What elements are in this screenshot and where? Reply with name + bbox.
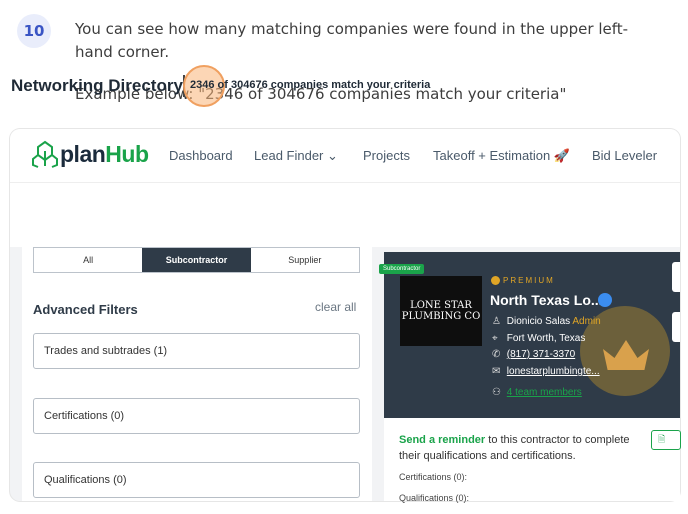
segment-all[interactable]: All [34, 248, 142, 272]
qualifications-filter[interactable]: Qualifications (0) [33, 462, 360, 498]
nav-lead-finder[interactable]: Lead Finder ⌄ [254, 148, 338, 164]
phone-link[interactable]: (817) 371-3370 [507, 349, 575, 360]
contact-role: Admin [572, 316, 601, 327]
team-link[interactable]: 4 team members [507, 387, 582, 398]
company-logo: LONE STAR PLUMBING CO [400, 276, 482, 346]
location-pin-icon: ⌖ [492, 333, 498, 344]
certifications-filter[interactable]: Certifications (0) [33, 398, 360, 434]
person-icon: ♙ [492, 316, 501, 327]
logo-hub-text: Hub [105, 140, 149, 167]
directory-header [10, 183, 680, 247]
top-nav: planHub Dashboard Lead Finder ⌄ Projects… [10, 129, 680, 183]
subcontractor-badge: Subcontractor [379, 264, 425, 274]
rocket-icon: 🚀 [553, 148, 570, 163]
match-count-text: 2346 of 304676 companies match your crit… [190, 79, 430, 91]
nav-takeoff-label: Takeoff + Estimation [433, 148, 551, 163]
nav-projects[interactable]: Projects [363, 148, 410, 163]
planhub-logo-icon [32, 140, 58, 168]
match-rest: of 304676 companies match your criteria [217, 79, 431, 91]
premium-label: PREMIUM [491, 276, 555, 286]
website-row: ✉ lonestarplumbingte... [492, 366, 600, 377]
certifications-line: Certifications (0): [399, 472, 468, 482]
page-title: Networking Directory [11, 76, 183, 95]
document-icon: 🗎 [658, 434, 666, 444]
trades-filter[interactable]: Trades and subtrades (1) [33, 333, 360, 369]
company-type-segmented-control: All Subcontractor Supplier [33, 247, 360, 273]
location-row: ⌖ Fort Worth, Texas [492, 333, 585, 344]
step-number-badge: 10 [17, 14, 51, 48]
company-logo-text: LONE STAR PLUMBING CO [401, 300, 481, 322]
chevron-down-icon: ⌄ [327, 148, 338, 163]
card-action-button[interactable] [672, 262, 680, 292]
nav-dashboard[interactable]: Dashboard [169, 148, 233, 163]
clear-all-link[interactable]: clear all [315, 300, 356, 314]
verified-icon [598, 293, 612, 307]
team-icon: ⚇ [492, 387, 501, 398]
team-row: ⚇ 4 team members [492, 387, 582, 398]
location-text: Fort Worth, Texas [506, 333, 586, 344]
website-link[interactable]: lonestarplumbingte... [507, 366, 600, 377]
mail-icon: ✉ [492, 366, 501, 377]
nav-lead-finder-label: Lead Finder [254, 148, 324, 163]
premium-icon [491, 276, 500, 286]
step-instruction: You can see how many matching companies … [75, 20, 629, 61]
match-count: 2346 [190, 79, 215, 91]
phone-row: ✆ (817) 371-3370 [492, 349, 575, 360]
segment-subcontractor[interactable]: Subcontractor [142, 248, 251, 272]
send-reminder-link[interactable]: Send a reminder [399, 434, 485, 446]
contact-row: ♙ Dionicio Salas Admin [492, 316, 601, 327]
nav-bid-leveler[interactable]: Bid Leveler [592, 148, 657, 163]
planhub-logo[interactable]: planHub [30, 139, 149, 169]
contact-name: Dionicio Salas [506, 316, 571, 327]
tutorial-step: 10 You can see how many matching compani… [0, 0, 688, 514]
card-action-button-2[interactable] [672, 312, 680, 342]
premium-text: PREMIUM [503, 276, 555, 285]
reminder-icon-button[interactable]: 🗎 [651, 430, 681, 450]
logo-plan-text: plan [60, 140, 106, 167]
company-name[interactable]: North Texas Lo... [490, 292, 603, 308]
qualifications-line: Qualifications (0): [399, 493, 470, 503]
nav-takeoff-estimation[interactable]: Takeoff + Estimation 🚀 [433, 148, 570, 164]
advanced-filters-label: Advanced Filters [33, 302, 138, 317]
segment-supplier[interactable]: Supplier [251, 248, 359, 272]
phone-icon: ✆ [492, 349, 501, 360]
reminder-text: Send a reminder to this contractor to co… [399, 432, 649, 464]
